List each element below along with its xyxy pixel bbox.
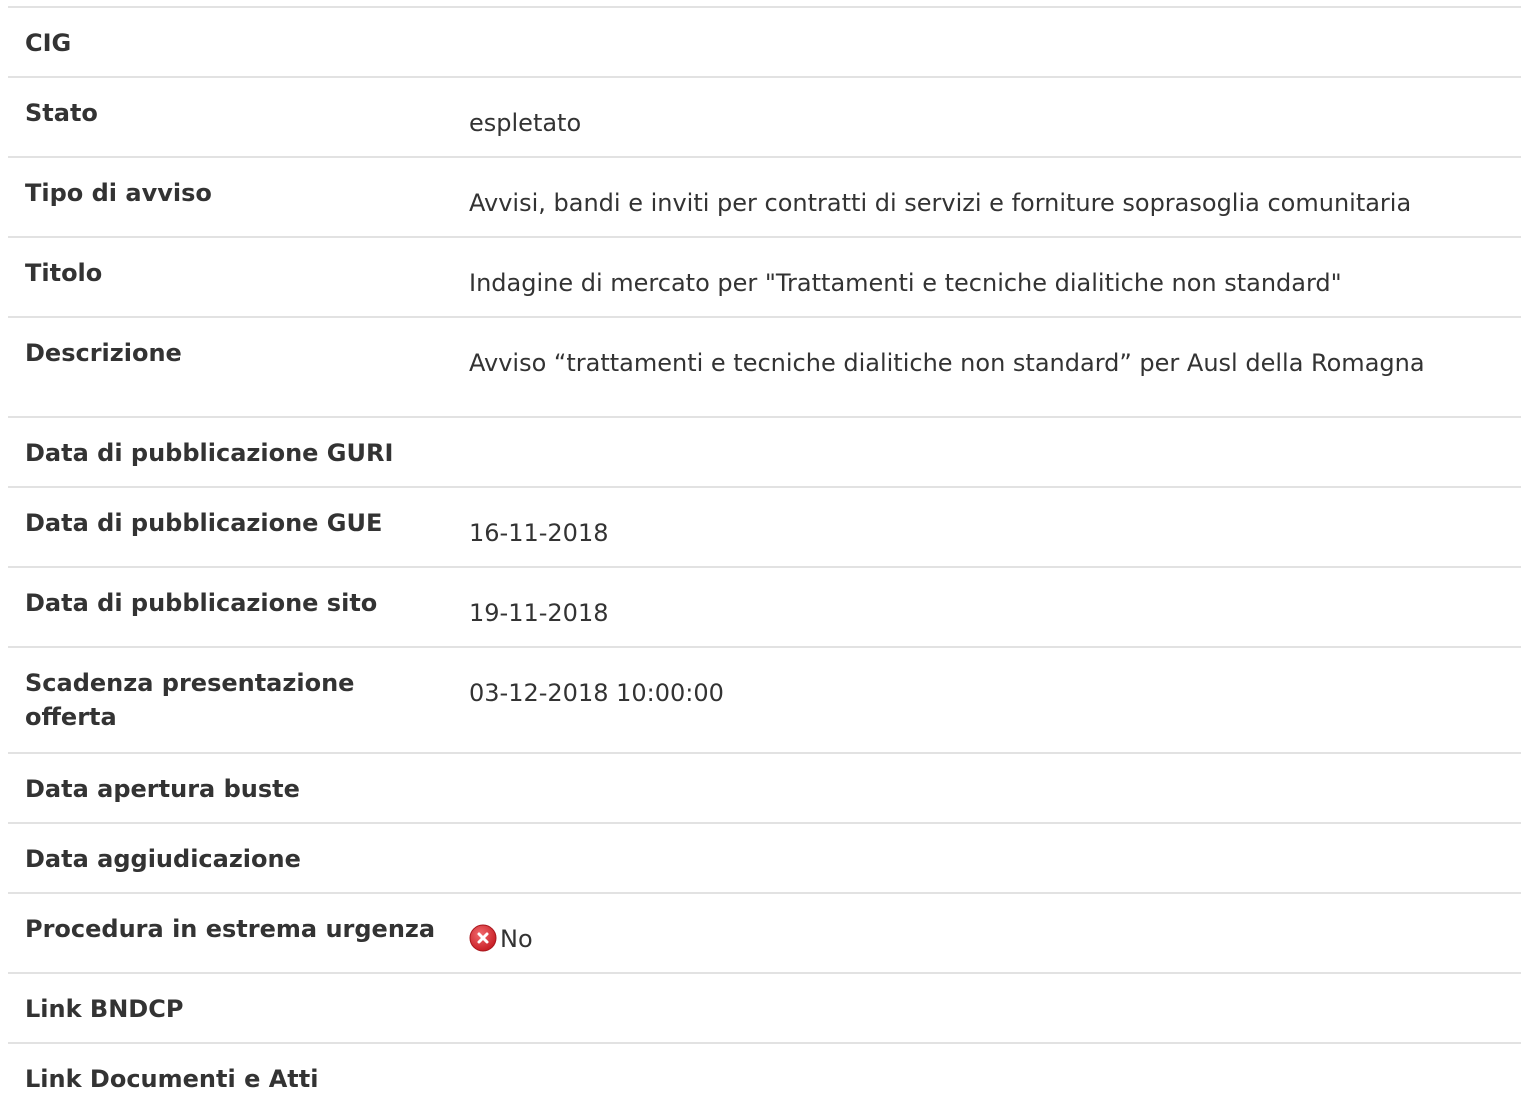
descrizione-label: Descrizione [25,339,182,367]
row-stato: Stato espletato [8,76,1521,156]
row-apertura-buste: Data apertura buste [8,752,1521,822]
estrema-urgenza-label: Procedura in estrema urgenza [25,915,436,943]
estrema-urgenza-value: No [469,922,533,956]
row-link-documenti: Link Documenti e Atti [8,1042,1521,1106]
descrizione-value: Avviso “trattamenti e tecniche dialitich… [469,349,1425,377]
data-guri-label: Data di pubblicazione GURI [25,439,394,467]
data-sito-label: Data di pubblicazione sito [25,589,378,617]
titolo-value: Indagine di mercato per "Trattamenti e t… [469,269,1342,297]
link-documenti-label: Link Documenti e Atti [25,1065,319,1093]
stato-value: espletato [469,109,582,137]
row-descrizione: Descrizione Avviso “trattamenti e tecnic… [8,316,1521,416]
row-scadenza: Scadenza presentazione offerta 03-12-201… [8,646,1521,752]
row-aggiudicazione: Data aggiudicazione [8,822,1521,892]
row-data-guri: Data di pubblicazione GURI [8,416,1521,486]
row-tipo-avviso: Tipo di avviso Avvisi, bandi e inviti pe… [8,156,1521,236]
row-link-bndcp: Link BNDCP [8,972,1521,1042]
tipo-avviso-value: Avvisi, bandi e inviti per contratti di … [469,189,1412,217]
data-gue-value: 16-11-2018 [469,519,609,547]
data-sito-value: 19-11-2018 [469,599,609,627]
estrema-urgenza-text: No [500,925,533,953]
link-bndcp-label: Link BNDCP [25,995,184,1023]
row-estrema-urgenza: Procedura in estrema urgenza No [8,892,1521,972]
tipo-avviso-label: Tipo di avviso [25,179,212,207]
stato-label: Stato [25,99,98,127]
row-titolo: Titolo Indagine di mercato per "Trattame… [8,236,1521,316]
row-data-gue: Data di pubblicazione GUE 16-11-2018 [8,486,1521,566]
no-cross-icon [469,924,497,952]
apertura-buste-label: Data apertura buste [25,775,300,803]
aggiudicazione-label: Data aggiudicazione [25,845,301,873]
cig-label: CIG [25,29,72,57]
row-cig: CIG [8,6,1521,76]
scadenza-value: 03-12-2018 10:00:00 [469,679,724,707]
row-data-sito: Data di pubblicazione sito 19-11-2018 [8,566,1521,646]
titolo-label: Titolo [25,259,103,287]
data-gue-label: Data di pubblicazione GUE [25,509,383,537]
scadenza-label: Scadenza presentazione offerta [25,669,355,731]
